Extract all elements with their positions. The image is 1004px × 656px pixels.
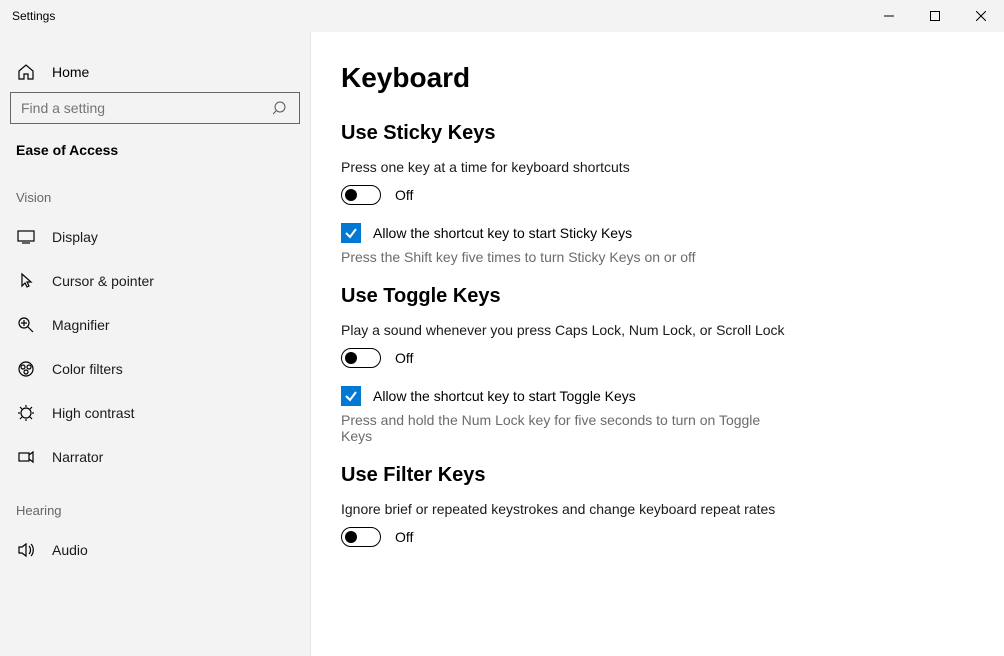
sidebar-item-cursor-pointer[interactable]: Cursor & pointer [0, 259, 310, 303]
display-icon [16, 227, 36, 247]
section-title: Use Filter Keys [341, 464, 974, 487]
section-desc: Press one key at a time for keyboard sho… [341, 159, 974, 175]
sidebar-item-label: High contrast [52, 405, 134, 421]
section-desc: Play a sound whenever you press Caps Loc… [341, 322, 974, 338]
search-input[interactable] [11, 100, 299, 116]
sidebar-item-magnifier[interactable]: Magnifier [0, 303, 310, 347]
sidebar-item-label: Magnifier [52, 317, 110, 333]
home-label: Home [52, 64, 89, 80]
section-hint: Press the Shift key five times to turn S… [341, 249, 781, 265]
sidebar-item-label: Display [52, 229, 98, 245]
section-toggle-keys: Use Toggle Keys Play a sound whenever yo… [341, 285, 974, 444]
section-title: Use Sticky Keys [341, 122, 974, 145]
sidebar-item-audio[interactable]: Audio [0, 528, 310, 572]
section-filter-keys: Use Filter Keys Ignore brief or repeated… [341, 464, 974, 547]
narrator-icon [16, 447, 36, 467]
group-label-hearing: Hearing [0, 479, 310, 528]
home-icon [16, 62, 36, 82]
check-icon [344, 389, 358, 403]
high-contrast-icon [16, 403, 36, 423]
sidebar-item-label: Color filters [52, 361, 123, 377]
sidebar-item-label: Audio [52, 542, 88, 558]
section-desc: Ignore brief or repeated keystrokes and … [341, 501, 974, 517]
toggle-state-label: Off [395, 350, 413, 366]
close-icon [976, 11, 986, 21]
minimize-icon [884, 11, 894, 21]
toggle-state-label: Off [395, 187, 413, 203]
sidebar-item-high-contrast[interactable]: High contrast [0, 391, 310, 435]
magnifier-icon [16, 315, 36, 335]
page-title: Keyboard [341, 62, 974, 94]
sidebar-item-color-filters[interactable]: Color filters [0, 347, 310, 391]
sidebar: Home Ease of Access Vision Display Curso… [0, 32, 310, 656]
toggle-keys-toggle[interactable] [341, 348, 381, 368]
audio-icon [16, 540, 36, 560]
sidebar-item-narrator[interactable]: Narrator [0, 435, 310, 479]
sidebar-item-label: Narrator [52, 449, 103, 465]
checkbox-label: Allow the shortcut key to start Toggle K… [373, 388, 636, 404]
maximize-icon [930, 11, 940, 21]
check-icon [344, 226, 358, 240]
sticky-keys-toggle[interactable] [341, 185, 381, 205]
minimize-button[interactable] [866, 0, 912, 32]
sidebar-heading: Ease of Access [0, 124, 310, 166]
section-sticky-keys: Use Sticky Keys Press one key at a time … [341, 122, 974, 265]
toggle-state-label: Off [395, 529, 413, 545]
section-title: Use Toggle Keys [341, 285, 974, 308]
section-hint: Press and hold the Num Lock key for five… [341, 412, 781, 444]
filter-keys-toggle[interactable] [341, 527, 381, 547]
sidebar-item-home[interactable]: Home [0, 52, 310, 92]
search-box[interactable] [10, 92, 300, 124]
sidebar-item-display[interactable]: Display [0, 215, 310, 259]
window-title: Settings [0, 9, 55, 23]
content-area: Keyboard Use Sticky Keys Press one key a… [310, 32, 1004, 656]
search-icon [273, 100, 289, 121]
maximize-button[interactable] [912, 0, 958, 32]
window-controls [866, 0, 1004, 32]
sidebar-item-label: Cursor & pointer [52, 273, 154, 289]
close-button[interactable] [958, 0, 1004, 32]
checkbox-label: Allow the shortcut key to start Sticky K… [373, 225, 632, 241]
color-filters-icon [16, 359, 36, 379]
sticky-keys-shortcut-checkbox[interactable] [341, 223, 361, 243]
toggle-keys-shortcut-checkbox[interactable] [341, 386, 361, 406]
cursor-icon [16, 271, 36, 291]
group-label-vision: Vision [0, 166, 310, 215]
title-bar: Settings [0, 0, 1004, 32]
